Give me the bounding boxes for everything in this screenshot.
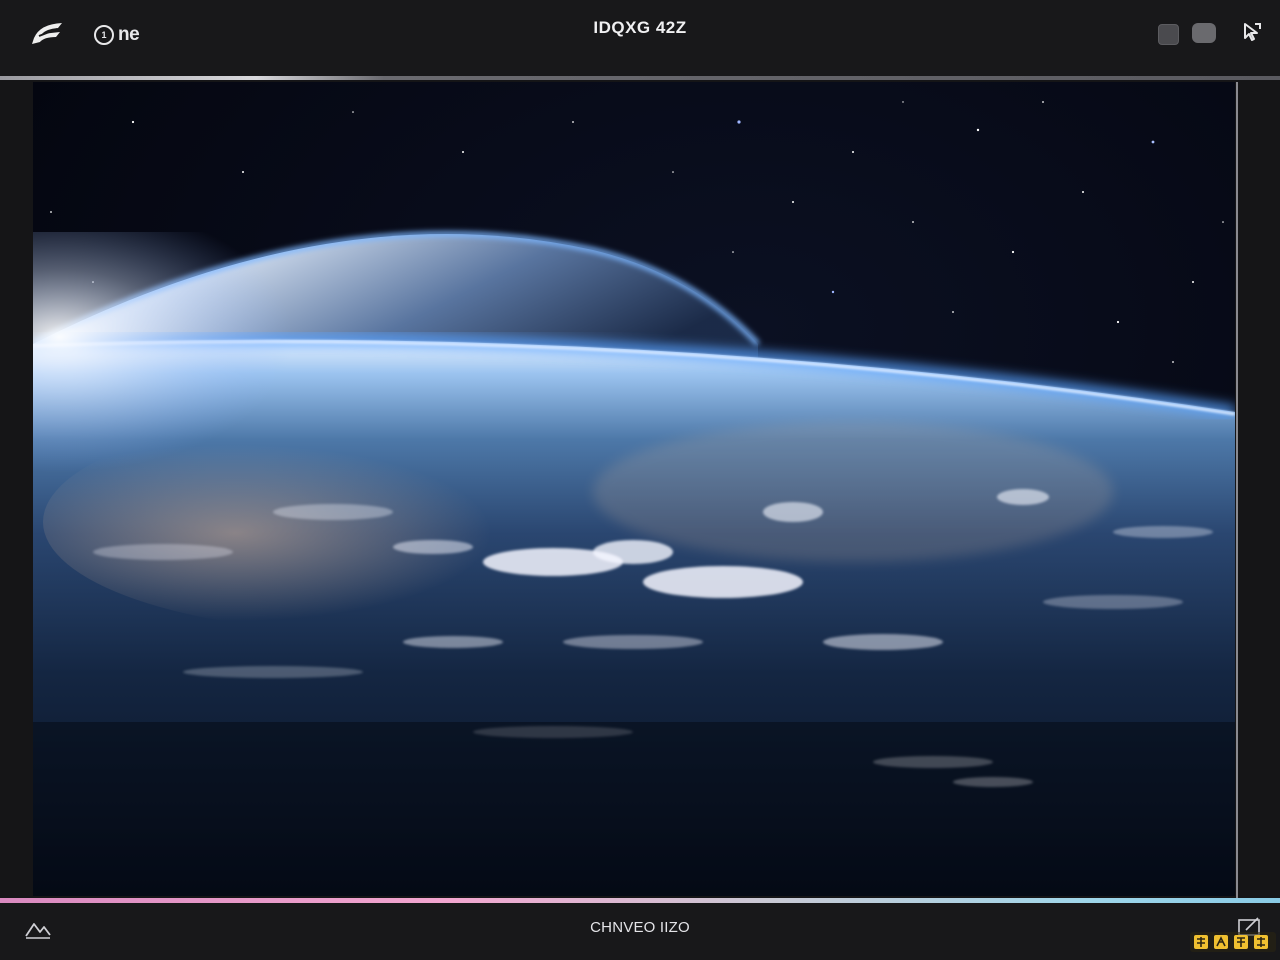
cursor-icon[interactable] [1240,20,1264,44]
bottom-caption: CHNVEO IIZO [590,919,690,936]
app-window: 1 ne IDQXG 42Z CHNVEO IIZO [0,0,1280,960]
top-bar: 1 ne IDQXG 42Z [0,0,1280,76]
top-divider [0,76,1280,80]
window-title: IDQXG 42Z [593,18,687,37]
earth-from-space-image [33,82,1235,896]
watermark-stamp [1190,932,1276,952]
viewport-edge [1236,82,1238,900]
rounded-square-icon[interactable] [1192,23,1216,43]
image-viewport[interactable] [33,82,1235,896]
square-icon[interactable] [1158,24,1179,45]
